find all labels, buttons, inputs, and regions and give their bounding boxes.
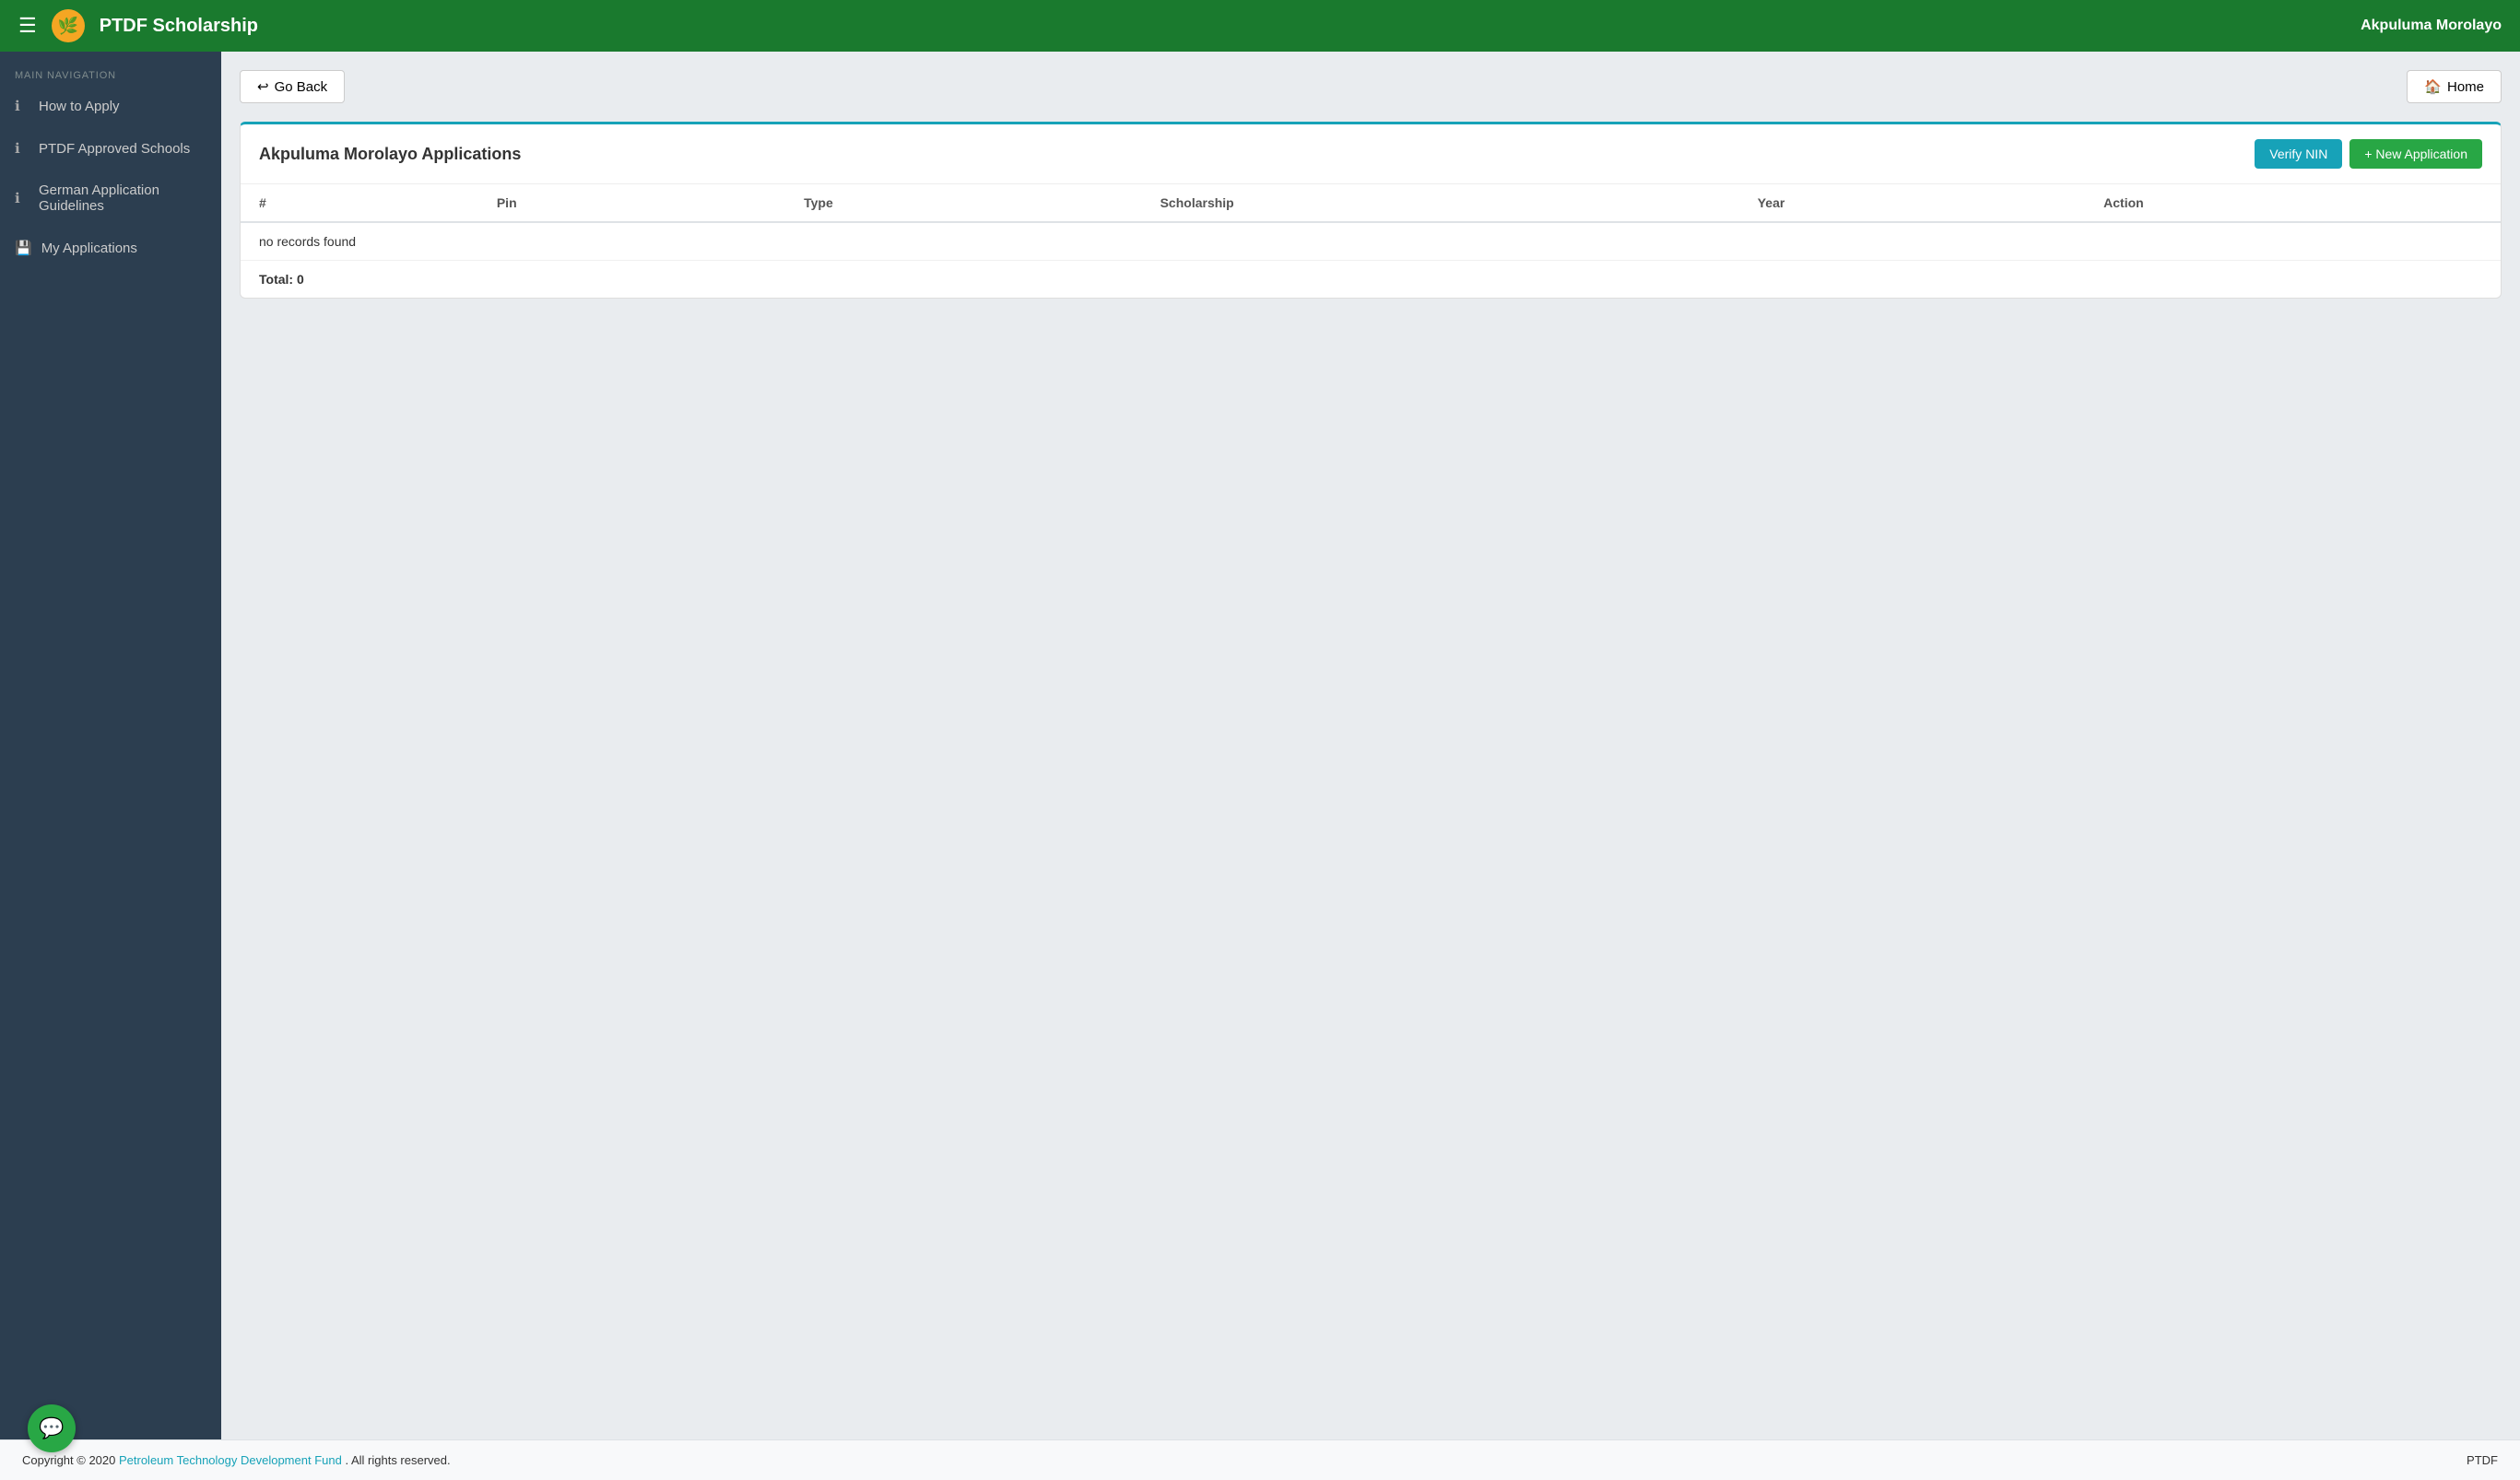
home-icon: 🏠 xyxy=(2424,78,2442,95)
hamburger-button[interactable]: ☰ xyxy=(18,14,37,38)
navbar: ☰ 🌿 PTDF Scholarship Akpuluma Morolayo xyxy=(0,0,2520,52)
table-row-no-records: no records found xyxy=(241,222,2501,261)
col-header-type: Type xyxy=(785,184,1141,222)
applications-table: # Pin Type Scholarship Year Action no re… xyxy=(241,184,2501,261)
sidebar-label-german-application-guidelines: German Application Guidelines xyxy=(39,182,206,214)
hamburger-icon: ☰ xyxy=(18,14,37,37)
home-button[interactable]: 🏠 Home xyxy=(2407,70,2502,103)
card-actions: Verify NIN + New Application xyxy=(2255,139,2482,169)
verify-nin-button[interactable]: Verify NIN xyxy=(2255,139,2342,169)
sidebar-item-ptdf-approved-schools[interactable]: ℹ PTDF Approved Schools xyxy=(0,127,221,170)
info-icon-1: ℹ xyxy=(15,98,29,114)
footer-fund-link[interactable]: Petroleum Technology Development Fund xyxy=(119,1453,342,1467)
info-icon-2: ℹ xyxy=(15,140,29,157)
chat-icon: 💬 xyxy=(39,1416,64,1440)
applications-card: Akpuluma Morolayo Applications Verify NI… xyxy=(240,122,2502,299)
col-header-pin: Pin xyxy=(478,184,785,222)
sidebar-item-german-application-guidelines[interactable]: ℹ German Application Guidelines xyxy=(0,170,221,227)
total-row: Total: 0 xyxy=(241,261,2501,298)
sidebar-nav-label: MAIN NAVIGATION xyxy=(0,63,221,85)
navbar-title: PTDF Scholarship xyxy=(100,16,258,37)
sidebar-label-how-to-apply: How to Apply xyxy=(39,99,120,114)
go-back-icon: ↩ xyxy=(257,78,269,95)
save-icon: 💾 xyxy=(15,240,32,256)
footer-brand: PTDF xyxy=(2467,1453,2498,1467)
footer-copyright-text: Copyright © 2020 xyxy=(22,1453,115,1467)
footer-copyright: Copyright © 2020 Petroleum Technology De… xyxy=(22,1453,451,1467)
col-header-year: Year xyxy=(1739,184,2085,222)
footer-rights-text: . All rights reserved. xyxy=(345,1453,450,1467)
sidebar-item-how-to-apply[interactable]: ℹ How to Apply xyxy=(0,85,221,127)
col-header-action: Action xyxy=(2085,184,2501,222)
col-header-hash: # xyxy=(241,184,478,222)
top-bar: ↩ Go Back 🏠 Home xyxy=(240,70,2502,103)
card-header: Akpuluma Morolayo Applications Verify NI… xyxy=(241,124,2501,184)
navbar-user: Akpuluma Morolayo xyxy=(2361,18,2502,34)
sidebar-label-my-applications: My Applications xyxy=(41,241,137,256)
new-application-button[interactable]: + New Application xyxy=(2349,139,2482,169)
card-title: Akpuluma Morolayo Applications xyxy=(259,145,521,164)
col-header-scholarship: Scholarship xyxy=(1142,184,1739,222)
home-label: Home xyxy=(2447,79,2484,95)
go-back-label: Go Back xyxy=(275,79,328,95)
info-icon-3: ℹ xyxy=(15,190,29,206)
no-records-cell: no records found xyxy=(241,222,2501,261)
chat-bubble-button[interactable]: 💬 xyxy=(28,1404,76,1452)
go-back-button[interactable]: ↩ Go Back xyxy=(240,70,345,103)
sidebar: MAIN NAVIGATION ℹ How to Apply ℹ PTDF Ap… xyxy=(0,52,221,1439)
footer: Copyright © 2020 Petroleum Technology De… xyxy=(0,1439,2520,1480)
main-content: ↩ Go Back 🏠 Home Akpuluma Morolayo Appli… xyxy=(221,52,2520,1439)
navbar-logo: 🌿 xyxy=(52,9,85,42)
sidebar-item-my-applications[interactable]: 💾 My Applications xyxy=(0,227,221,269)
sidebar-label-ptdf-approved-schools: PTDF Approved Schools xyxy=(39,141,190,157)
